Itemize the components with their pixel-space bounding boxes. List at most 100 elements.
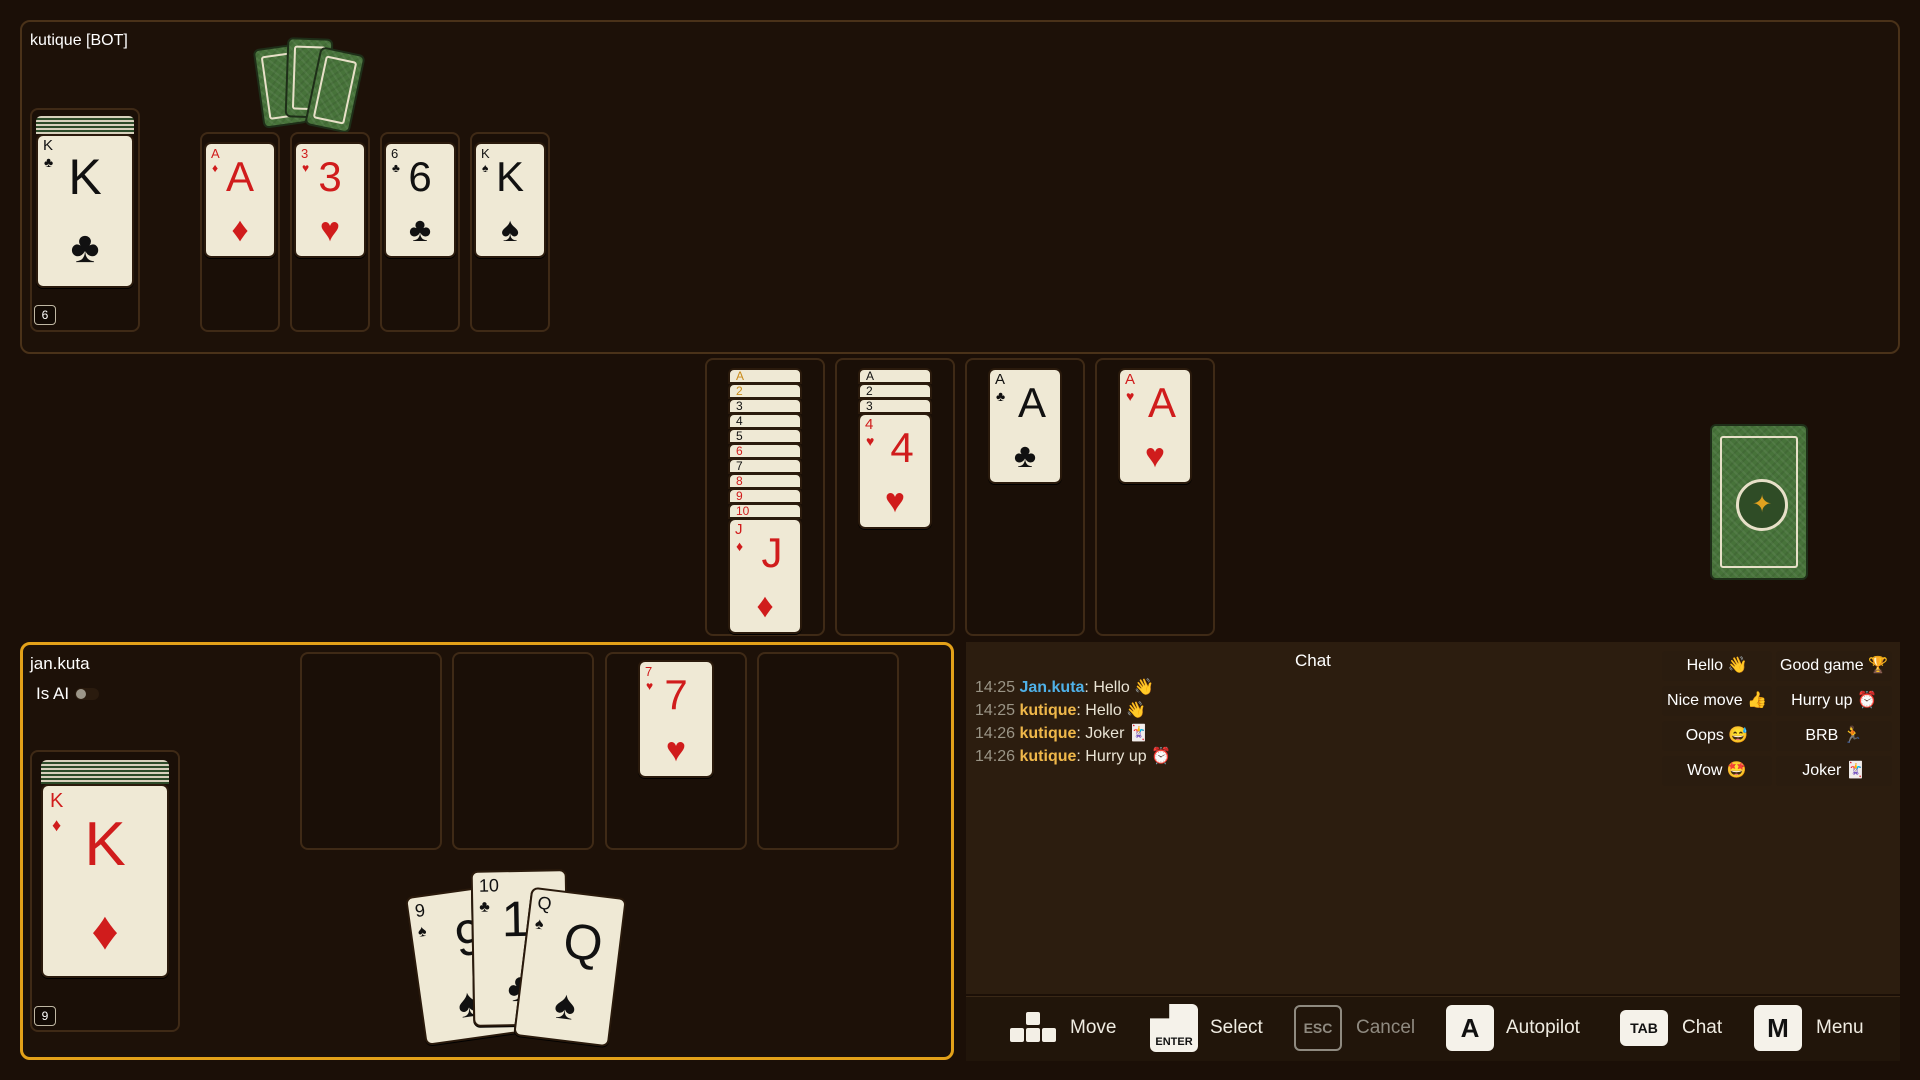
card-suit-large: ♠ (552, 982, 579, 1029)
stack-card: 5 (728, 428, 802, 444)
stack-card: 10 (728, 503, 802, 519)
chat-user: Jan.kuta (1019, 679, 1085, 696)
chat-time: 14:26 (975, 748, 1016, 765)
stack-card: A (728, 368, 802, 384)
player-stock-count: 9 (34, 1006, 56, 1026)
card-suit: ♣ (479, 898, 490, 916)
card-suit: ♠ (416, 922, 428, 941)
hint-autopilot-label: Autopilot (1506, 1017, 1580, 1038)
dpad-right (1042, 1028, 1056, 1042)
dpad-up (1026, 1012, 1040, 1025)
opponent-discard-card-2: 3 ♥ 3 ♥ (294, 142, 366, 258)
m-key-label: M (1767, 1013, 1789, 1043)
card-suit: ♦ (736, 538, 744, 554)
stack-card: 2 (728, 383, 802, 399)
stack-card: 4 (728, 413, 802, 429)
chat-title: Chat (1295, 651, 1331, 670)
quick-chat-oops[interactable]: Oops 😅 (1662, 721, 1772, 751)
chat-text: : Hello 👋 (1084, 679, 1155, 696)
a-key-label: A (1460, 1013, 1480, 1043)
quick-chat-joker[interactable]: Joker 🃏 (1776, 756, 1892, 786)
hand-card-3[interactable]: Q ♠ Q ♠ (513, 886, 627, 1048)
player-discard-2[interactable] (452, 652, 594, 850)
card-suit-large: ♠ (500, 211, 520, 249)
stack-card: 9 (728, 488, 802, 504)
a-key-icon: A (1446, 1005, 1494, 1051)
card-rank: 10 (478, 875, 500, 896)
is-ai-label: Is AI (36, 684, 70, 703)
card-rank-large: A (1147, 379, 1176, 426)
tab-key-label: TAB (1630, 1020, 1658, 1036)
quick-chat-hello[interactable]: Hello 👋 (1662, 651, 1772, 681)
quick-chat-good-game[interactable]: Good game 🏆 (1776, 651, 1892, 681)
card-suit-large: ♦ (91, 901, 119, 961)
hint-move-label: Move (1070, 1017, 1117, 1038)
card-suit: ♠ (533, 915, 545, 934)
tab-key-icon: TAB (1620, 1010, 1668, 1046)
card-rank: 4 (865, 416, 874, 433)
card-rank-large: 6 (408, 153, 432, 200)
esc-key-icon: ESC (1294, 1005, 1342, 1051)
stack-card: 3 (858, 398, 932, 414)
quick-chat-hurry-up[interactable]: Hurry up ⏰ (1776, 686, 1892, 716)
building-pile-3-top-card: A ♣ A ♣ (988, 368, 1062, 484)
esc-key-label: ESC (1303, 1020, 1333, 1036)
opponent-discard-card-4: K ♠ K ♠ (474, 142, 546, 258)
card-rank-large: A (225, 153, 254, 200)
quick-chat-wow[interactable]: Wow 🤩 (1662, 756, 1772, 786)
quick-chat-nice-move[interactable]: Nice move 👍 (1662, 686, 1772, 716)
card-suit-large: ♦ (756, 587, 774, 625)
draw-deck[interactable] (1710, 424, 1808, 580)
stack-card: 6 (728, 443, 802, 459)
opponent-stock-edges (36, 116, 134, 134)
stack-card: 8 (728, 473, 802, 489)
card-suit-large: ♣ (408, 211, 432, 249)
compass-emblem-icon (1736, 479, 1788, 531)
player-discard-card-3[interactable]: 7 ♥ 7 ♥ (638, 660, 714, 778)
card-rank: Q (536, 892, 553, 915)
is-ai-toggle[interactable] (75, 688, 99, 700)
card-rank: J (735, 521, 743, 538)
card-suit-large: ♦ (231, 211, 249, 249)
card-rank: 9 (413, 899, 427, 922)
opponent-discard-card-3: 6 ♣ 6 ♣ (384, 142, 456, 258)
dpad-icon (1010, 1012, 1056, 1044)
chat-user: kutique (1019, 725, 1077, 742)
toggle-knob (76, 689, 86, 699)
card-rank-large: Q (560, 912, 606, 973)
chat-message: 14:26 kutique: Hurry up ⏰ (975, 747, 1171, 767)
stack-card: 7 (728, 458, 802, 474)
player-discard-1[interactable] (300, 652, 442, 850)
card-rank: K (43, 137, 54, 154)
chat-text: : Joker 🃏 (1076, 725, 1149, 742)
opponent-stock-count: 6 (34, 305, 56, 325)
chat-user: kutique (1019, 748, 1077, 765)
hint-menu-label: Menu (1816, 1017, 1864, 1038)
player-stock-card[interactable]: K ♦ K ♦ (41, 784, 169, 978)
chat-time: 14:26 (975, 725, 1016, 742)
stack-card: 2 (858, 383, 932, 399)
building-pile-2-top-card: 4 ♥ 4 ♥ (858, 413, 932, 529)
m-key-icon: M (1754, 1005, 1802, 1051)
hint-cancel-label: Cancel (1356, 1017, 1416, 1038)
chat-time: 14:25 (975, 702, 1016, 719)
card-suit-large: ♥ (665, 731, 687, 769)
enter-key-label: ENTER (1155, 1036, 1193, 1048)
dpad-down (1026, 1028, 1040, 1042)
card-rank-large: 3 (318, 153, 342, 200)
card-rank-large: K (84, 810, 126, 879)
card-rank-large: 4 (890, 424, 914, 471)
stack-card: 3 (728, 398, 802, 414)
chat-text: : Hello 👋 (1076, 702, 1147, 719)
player-discard-4[interactable] (757, 652, 899, 850)
player-name: jan.kuta (30, 654, 90, 673)
dpad-left (1010, 1028, 1024, 1042)
player-stock-edges (41, 760, 169, 784)
card-rank-large: K (495, 153, 524, 200)
hint-chat-label: Chat (1682, 1017, 1723, 1038)
card-rank-large: A (1017, 379, 1046, 426)
building-pile-1-top-card: J ♦ J ♦ (728, 518, 802, 634)
quick-chat-brb[interactable]: BRB 🏃 (1776, 721, 1892, 751)
card-suit-large: ♥ (884, 482, 906, 520)
building-pile-4-top-card: A ♥ A ♥ (1118, 368, 1192, 484)
